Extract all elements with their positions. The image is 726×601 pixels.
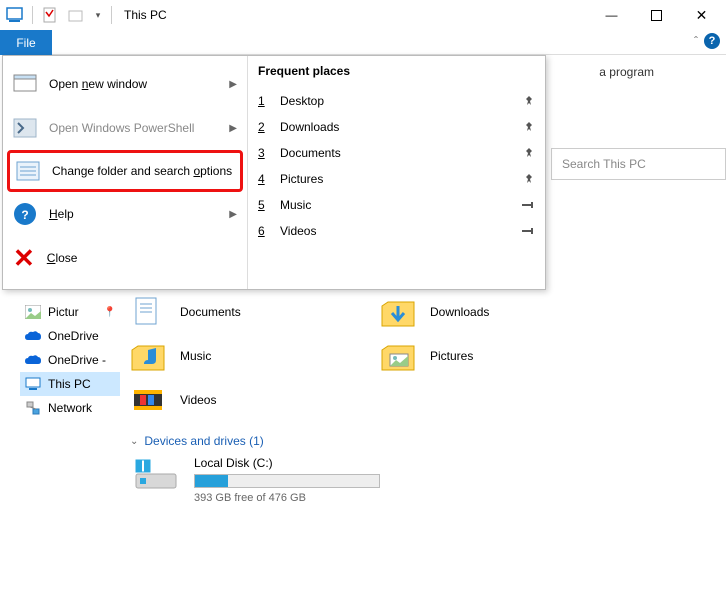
- file-menu: Open new window ▶ Open Windows PowerShel…: [2, 55, 546, 290]
- drive-info: Local Disk (C:) 393 GB free of 476 GB: [194, 456, 380, 504]
- pin-default-icon[interactable]: [521, 200, 535, 210]
- app-icon: [5, 5, 25, 25]
- music-icon: [130, 338, 166, 374]
- frequent-places-header: Frequent places: [258, 64, 535, 78]
- folder-pictures[interactable]: Pictures: [380, 334, 630, 378]
- folder-downloads[interactable]: Downloads: [380, 290, 630, 334]
- onedrive-icon: [24, 328, 42, 344]
- qat-dropdown-icon[interactable]: ▾: [92, 5, 104, 25]
- search-input[interactable]: Search This PC: [551, 148, 726, 180]
- window-icon: [13, 74, 37, 94]
- ribbon-collapse-icon[interactable]: ˆ: [694, 34, 698, 48]
- devices-header[interactable]: ⌄ Devices and drives (1): [130, 434, 690, 448]
- content-area: Documents Downloads Music Pictures Video…: [130, 290, 690, 504]
- svg-text:?: ?: [21, 208, 28, 222]
- network-icon: [24, 400, 42, 416]
- pictures-icon: [24, 304, 42, 320]
- drive-free-text: 393 GB free of 476 GB: [194, 492, 380, 504]
- drive-local-c[interactable]: Local Disk (C:) 393 GB free of 476 GB: [134, 456, 690, 504]
- frequent-place-documents[interactable]: 3Documents: [258, 140, 535, 166]
- search-placeholder: Search This PC: [562, 157, 646, 171]
- close-x-icon: ✕: [13, 243, 35, 274]
- options-icon: [16, 161, 40, 181]
- help-item[interactable]: ? Help ▶: [3, 192, 247, 236]
- tree-this-pc[interactable]: This PC: [20, 372, 120, 396]
- file-tab[interactable]: File: [0, 30, 52, 55]
- nav-tree: Pictur 📍 OneDrive OneDrive - This PC Net…: [20, 300, 120, 420]
- folder-documents[interactable]: Documents: [130, 290, 380, 334]
- pin-icon[interactable]: [523, 121, 535, 133]
- pin-icon[interactable]: [523, 95, 535, 107]
- pictures-folder-icon: [380, 338, 416, 374]
- pin-icon[interactable]: [523, 147, 535, 159]
- frequent-places-panel: Frequent places 1Desktop 2Downloads 3Doc…: [247, 56, 545, 289]
- frequent-place-music[interactable]: 5Music: [258, 192, 535, 218]
- onedrive-icon: [24, 352, 42, 368]
- folder-videos[interactable]: Videos: [130, 378, 380, 422]
- pin-icon[interactable]: [523, 173, 535, 185]
- pin-icon: 📍: [104, 307, 116, 318]
- frequent-place-pictures[interactable]: 4Pictures: [258, 166, 535, 192]
- tree-onedrive-1[interactable]: OneDrive: [20, 324, 120, 348]
- close-window-button[interactable]: ✕: [679, 0, 724, 30]
- maximize-button[interactable]: [634, 0, 679, 30]
- chevron-right-icon: ▶: [229, 79, 237, 90]
- chevron-right-icon: ▶: [229, 209, 237, 220]
- window-title: This PC: [124, 8, 167, 22]
- documents-icon: [130, 294, 166, 330]
- qat-separator: [32, 6, 33, 24]
- open-powershell-item[interactable]: Open Windows PowerShell ▶: [3, 106, 247, 150]
- qat-separator-2: [111, 6, 112, 24]
- tree-onedrive-2[interactable]: OneDrive -: [20, 348, 120, 372]
- videos-icon: [130, 382, 166, 418]
- file-menu-left: Open new window ▶ Open Windows PowerShel…: [3, 56, 247, 289]
- this-pc-icon: [24, 376, 42, 392]
- help-icon[interactable]: ?: [704, 33, 720, 49]
- folder-music[interactable]: Music: [130, 334, 380, 378]
- frequent-place-downloads[interactable]: 2Downloads: [258, 114, 535, 140]
- open-powershell-label: Open Windows PowerShell: [49, 121, 194, 135]
- change-folder-options-item[interactable]: Change folder and search options: [7, 150, 243, 192]
- chevron-right-icon: ▶: [229, 123, 237, 134]
- frequent-place-desktop[interactable]: 1Desktop: [258, 88, 535, 114]
- new-folder-icon[interactable]: [66, 5, 86, 25]
- ribbon-area: ˆ ?: [52, 30, 726, 55]
- drive-usage-bar: [194, 474, 380, 488]
- frequent-place-videos[interactable]: 6Videos: [258, 218, 535, 244]
- drive-name: Local Disk (C:): [194, 456, 380, 470]
- drive-icon: [134, 456, 178, 492]
- pin-default-icon[interactable]: [521, 226, 535, 236]
- minimize-button[interactable]: —: [589, 0, 634, 30]
- properties-icon[interactable]: [40, 5, 60, 25]
- powershell-icon: [13, 118, 37, 138]
- chevron-down-icon: ⌄: [130, 436, 138, 447]
- help-circle-icon: ?: [13, 202, 37, 226]
- downloads-icon: [380, 294, 416, 330]
- tree-network[interactable]: Network: [20, 396, 120, 420]
- titlebar: ▾ This PC — ✕: [0, 0, 726, 30]
- tree-pictures[interactable]: Pictur 📍: [20, 300, 120, 324]
- open-new-window-item[interactable]: Open new window ▶: [3, 62, 247, 106]
- close-item[interactable]: ✕ Close: [3, 236, 247, 280]
- ribbon: File ˆ ?: [0, 30, 726, 55]
- hint-text: a program: [599, 65, 654, 79]
